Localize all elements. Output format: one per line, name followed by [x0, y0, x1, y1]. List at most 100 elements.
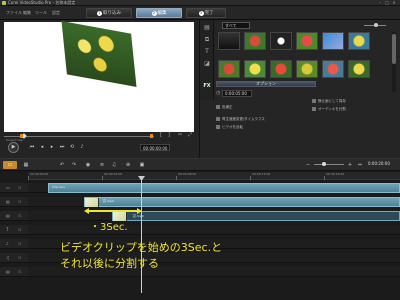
filter-thumbnail[interactable]: [348, 60, 370, 78]
clock-icon: ◷: [216, 90, 221, 96]
motion-tracking-icon[interactable]: ⊕: [124, 161, 132, 169]
zoom-out-icon[interactable]: −: [304, 161, 312, 169]
graphic-icon[interactable]: ◪: [203, 60, 211, 68]
title-icon[interactable]: T: [203, 48, 211, 56]
repeat-icon[interactable]: ⟲: [68, 143, 76, 151]
overlay-clip[interactable]: Clip.mov: [48, 183, 400, 193]
undo-icon[interactable]: ↶: [58, 161, 66, 169]
clip-duration-field[interactable]: 0:00:05:00: [222, 90, 252, 97]
trim-out-marker[interactable]: [150, 134, 153, 138]
track-header-voice[interactable]: ♪ ⊡: [0, 239, 28, 249]
redo-icon[interactable]: ↷: [70, 161, 78, 169]
end-icon[interactable]: ⏭: [58, 143, 66, 151]
fit-project-icon[interactable]: ⇔: [356, 161, 364, 169]
menu-file[interactable]: ファイル: [6, 9, 22, 16]
filter-thumbnail[interactable]: [218, 32, 240, 50]
timeline-ruler[interactable]: 00:00:00:00 00:00:04:00 00:00:08:00 00:0…: [28, 172, 400, 180]
sound-mixer-icon[interactable]: ≡: [98, 161, 106, 169]
gallery-dropdown[interactable]: すべて: [222, 22, 250, 29]
library-scrollbar[interactable]: [392, 32, 396, 92]
prop-label: オーディオを分割: [318, 107, 346, 111]
color-correction-item[interactable]: 色補正: [216, 104, 233, 110]
thumbnail-size-knob[interactable]: [374, 23, 378, 27]
instruction-annotation: ビデオクリップを始めの3Sec.と それ以後に分割する: [60, 240, 222, 272]
tab-capture[interactable]: 1 取り込み: [86, 8, 132, 18]
filter-thumbnail[interactable]: [270, 60, 292, 78]
transition-icon[interactable]: ⧉: [203, 36, 211, 44]
track-lock-icon[interactable]: ⊡: [18, 255, 21, 260]
volume-icon[interactable]: ♪: [78, 143, 86, 151]
filter-thumbnail[interactable]: [296, 32, 318, 50]
subtitle-icon[interactable]: ▣: [138, 161, 146, 169]
mark-out-icon[interactable]: ]: [168, 132, 170, 138]
mark-in-icon[interactable]: [: [160, 132, 162, 138]
track-lock-icon[interactable]: ⊡: [18, 241, 21, 246]
track-lock-icon[interactable]: ⊡: [18, 269, 21, 274]
track-lock-icon[interactable]: ⊡: [18, 227, 21, 232]
track-header-music[interactable]: ♫ ⊡: [0, 253, 28, 263]
scrub-bar[interactable]: [4, 133, 154, 139]
track-lock-icon[interactable]: ⊡: [18, 199, 21, 204]
playhead-line[interactable]: [141, 179, 142, 293]
split-clip-icon[interactable]: ✂: [178, 132, 182, 138]
timeline-zoom-knob[interactable]: [322, 162, 326, 166]
track-header-overlay-2[interactable]: ▤ ⊡: [0, 211, 28, 221]
save-still-item[interactable]: 静止画として保存: [312, 98, 346, 104]
filter-thumbnail[interactable]: [244, 60, 266, 78]
preview-panel: [ ] ✂ ⤢ Project Clip ▶ ⏮ ◂ ▸ ⏭ ⟲ ♪ 00:00…: [0, 20, 200, 158]
preview-window: [4, 21, 194, 132]
split-audio-item[interactable]: オーディオを分割: [312, 106, 346, 112]
timeline-view-icon[interactable]: ▭: [3, 161, 17, 169]
home-icon[interactable]: ⏮: [28, 143, 36, 151]
ruler-label: 00:00:16:00: [326, 172, 345, 176]
filter-thumbnail[interactable]: [296, 60, 318, 78]
track-header-video[interactable]: ▭ ⊡: [0, 183, 28, 193]
auto-music-icon[interactable]: ♫: [110, 161, 118, 169]
track-lock-icon[interactable]: ⊡: [18, 185, 21, 190]
media-icon[interactable]: ▤: [203, 24, 211, 32]
camera-icon: [312, 99, 316, 103]
split-clip[interactable]: 花.mp4: [112, 211, 400, 221]
maximize-icon[interactable]: □: [385, 1, 389, 5]
menu-settings[interactable]: 設定: [52, 9, 60, 16]
library-scroll-thumb[interactable]: [392, 34, 396, 64]
filter-thumbnail[interactable]: [322, 32, 344, 50]
record-capture-icon[interactable]: ◉: [84, 161, 92, 169]
track-header-overlay[interactable]: ▤ ⊡: [0, 197, 28, 207]
storyboard-view-icon[interactable]: ▦: [22, 161, 30, 169]
filter-thumbnail[interactable]: [348, 32, 370, 50]
close-icon[interactable]: ×: [392, 1, 396, 5]
filter-thumbnail[interactable]: [244, 32, 266, 50]
previous-frame-icon[interactable]: ◂: [38, 143, 46, 151]
video-clip[interactable]: 花.mp4: [84, 197, 400, 207]
timeline-zoom-slider[interactable]: [314, 164, 344, 165]
title-track[interactable]: [28, 225, 400, 235]
audio-split-icon: [312, 107, 316, 111]
preview-timecode[interactable]: 00:00:00:00: [140, 144, 171, 151]
filter-thumbnail[interactable]: [218, 60, 240, 78]
next-frame-icon[interactable]: ▸: [48, 143, 56, 151]
enlarge-icon[interactable]: ⤢: [188, 132, 192, 138]
track-lock-icon[interactable]: ⊡: [18, 213, 21, 218]
video-track[interactable]: Clip.mov: [28, 183, 400, 193]
track-header-extra[interactable]: ▤ ⊡: [0, 267, 28, 277]
menu-edit[interactable]: 編集: [23, 9, 31, 16]
track-header-title[interactable]: T ⊡: [0, 225, 28, 235]
filter-thumbnail[interactable]: [270, 32, 292, 50]
library-toolbar: すべて: [216, 22, 400, 30]
speed-timelapse-item[interactable]: 再生速度変更/タイムラプス: [216, 116, 265, 122]
filter-thumbnail[interactable]: [322, 60, 344, 78]
options-panel-toggle[interactable]: オプション: [216, 81, 316, 87]
video-options-panel: ◷ 0:00:05:00 色補正 再生速度変更/タイムラプス ビデオを反転 静止…: [216, 90, 400, 158]
zoom-in-icon[interactable]: +: [346, 161, 354, 169]
menu-tools[interactable]: ツール: [35, 9, 47, 16]
overlay-track[interactable]: 花.mp4: [28, 197, 400, 207]
reverse-video-item[interactable]: ビデオを反転: [216, 124, 243, 130]
arrow-head-right: [137, 208, 142, 214]
play-button[interactable]: ▶: [8, 142, 19, 153]
ruler-label: 00:00:00:00: [30, 172, 49, 176]
fx-filter-icon[interactable]: FX: [201, 82, 213, 90]
tab-share[interactable]: 3 完了: [186, 8, 226, 18]
minimize-icon[interactable]: –: [378, 1, 382, 5]
tab-edit[interactable]: 2 編集: [136, 8, 182, 18]
